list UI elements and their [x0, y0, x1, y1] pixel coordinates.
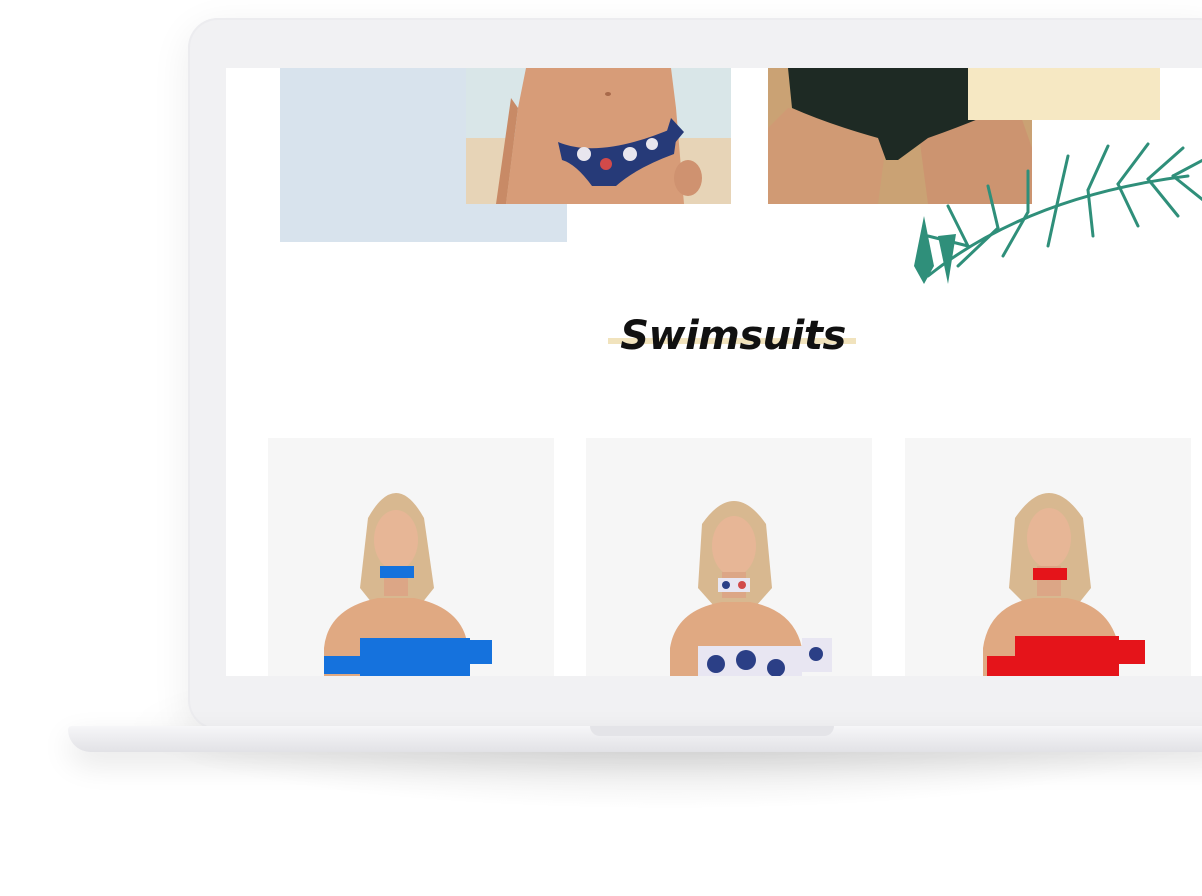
- banner-yellow-block: [968, 68, 1160, 120]
- product-card-floral-swimsuit[interactable]: [586, 438, 872, 676]
- website-screen: Swimsuits: [226, 68, 1202, 676]
- laptop-notch: [590, 726, 834, 736]
- product-card-blue-swimsuit[interactable]: [268, 438, 554, 676]
- product-card-red-swimsuit[interactable]: [905, 438, 1191, 676]
- section-heading: Swimsuits: [608, 306, 858, 366]
- page-title: Swimsuits: [620, 313, 846, 359]
- palm-leaf-icon: [914, 142, 1202, 284]
- banner-photo-print-bikini[interactable]: [466, 68, 731, 204]
